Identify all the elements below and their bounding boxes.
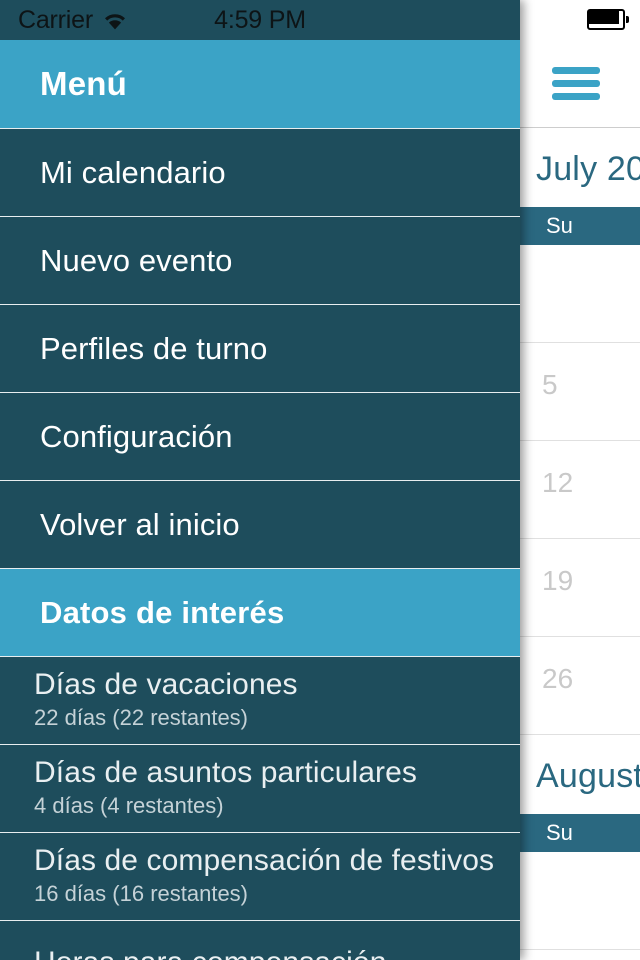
sidebar-item-perfiles-de-turno[interactable]: Perfiles de turno [0,304,520,392]
calendar-month-title-july: July 20 [536,150,640,188]
calendar-navbar [520,40,640,128]
status-bar-time: 4:59 PM [214,5,306,34]
sidebar-item-label: Configuración [40,418,233,454]
section-header-datos-de-interes: Datos de interés [0,568,520,656]
battery-fill [589,11,619,24]
menu-title: Menú [40,65,127,102]
calendar-week-row[interactable]: 26 [520,637,640,735]
calendar-status-bar-area [520,0,640,40]
menu-title-bar: Menú [0,40,520,128]
sidebar-item-dias-de-vacaciones[interactable]: Días de vacaciones 22 días (22 restantes… [0,656,520,744]
side-menu-panel: Carrier 4:59 PM Menú Mi calendario Nuevo… [0,0,520,960]
calendar-day-cell[interactable]: 26 [542,663,573,695]
calendar-week-row[interactable]: 12 [520,441,640,539]
hamburger-bar-3 [552,93,600,100]
app-screen: July 20 Su 5 12 19 26 August Su 2 C [0,0,640,960]
calendar-weekday-header-july: Su [520,207,640,245]
calendar-week-row[interactable]: 2 [520,950,640,960]
calendar-weekday-header-august: Su [520,814,640,852]
calendar-day-cell[interactable]: 12 [542,467,573,499]
battery-full-icon [587,9,629,30]
data-item-title: Horas para compensación [34,946,520,960]
sidebar-item-label: Volver al inicio [40,506,240,542]
section-header-label: Datos de interés [40,594,285,630]
calendar-week-row[interactable]: 19 [520,539,640,637]
data-item-subtitle: 4 días (4 restantes) [34,792,224,818]
sidebar-item-label: Mi calendario [40,154,226,190]
sidebar-item-nuevo-evento[interactable]: Nuevo evento [0,216,520,304]
data-item-subtitle: 22 días (22 restantes) [34,704,249,730]
hamburger-bar-1 [552,67,600,74]
hamburger-bar-2 [552,80,600,87]
calendar-day-cell[interactable]: 19 [542,565,573,597]
calendar-week-row[interactable] [520,852,640,950]
calendar-panel: July 20 Su 5 12 19 26 August Su 2 [520,0,640,960]
sidebar-item-dias-de-asuntos-particulares[interactable]: Días de asuntos particulares 4 días (4 r… [0,744,520,832]
calendar-day-cell[interactable]: 5 [542,369,558,401]
data-item-title: Días de asuntos particulares [34,755,417,789]
sidebar-item-configuracion[interactable]: Configuración [0,392,520,480]
battery-cap [626,16,629,23]
sidebar-item-label: Nuevo evento [40,242,233,278]
sidebar-item-label: Perfiles de turno [40,330,268,366]
calendar-month-title-august: August [536,757,640,795]
data-item-title: Días de vacaciones [34,667,298,701]
data-item-subtitle: 16 días (16 restantes) [34,880,249,906]
status-bar: Carrier 4:59 PM [0,0,520,40]
sidebar-item-horas-para-compensacion[interactable]: Horas para compensación [0,920,520,960]
sidebar-item-dias-de-compensacion-de-festivos[interactable]: Días de compensación de festivos 16 días… [0,832,520,920]
calendar-week-row[interactable]: 5 [520,343,640,441]
calendar-week-row[interactable] [520,245,640,343]
sidebar-item-mi-calendario[interactable]: Mi calendario [0,128,520,216]
data-item-title: Días de compensación de festivos [34,843,495,877]
sidebar-item-volver-al-inicio[interactable]: Volver al inicio [0,480,520,568]
hamburger-menu-icon[interactable] [552,64,610,104]
